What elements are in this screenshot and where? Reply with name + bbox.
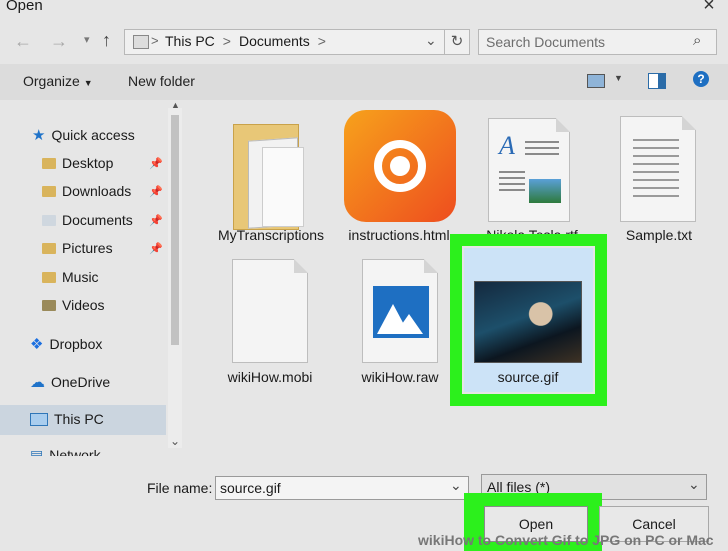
chevron-right-icon: > <box>222 33 231 49</box>
folder-icon <box>42 271 56 283</box>
file-item-instructions[interactable] <box>342 110 456 245</box>
search-input[interactable]: Search Documents ⌕ <box>478 29 717 55</box>
nav-label: Music <box>62 269 99 285</box>
organize-label: Organize <box>23 73 80 89</box>
view-options-icon[interactable] <box>587 74 605 88</box>
file-item-sample[interactable] <box>616 114 706 244</box>
nav-quick-access[interactable]: ★ Quick access <box>32 126 135 144</box>
image-document-icon <box>362 259 438 363</box>
nav-this-pc[interactable]: This PC <box>30 411 104 427</box>
file-name: wikiHow.mobi <box>227 369 313 385</box>
star-icon: ★ <box>32 127 46 144</box>
folder-icon <box>233 124 304 230</box>
file-name: source.gif <box>497 369 559 385</box>
uc-browser-icon <box>344 110 456 222</box>
breadcrumb-documents[interactable]: Documents <box>239 33 310 49</box>
file-name: MyTranscriptions <box>217 227 325 243</box>
chevron-right-icon: > <box>151 33 159 48</box>
forward-icon[interactable]: → <box>50 31 68 52</box>
folder-icon <box>42 299 56 311</box>
new-folder-button[interactable]: New folder <box>128 73 195 89</box>
pin-icon[interactable]: 📌 <box>149 242 163 255</box>
preview-pane-icon[interactable] <box>648 73 666 89</box>
gif-thumbnail <box>474 281 582 363</box>
cloud-icon: ☁ <box>30 374 45 391</box>
nav-downloads[interactable]: Downloads <box>42 183 131 199</box>
search-icon[interactable]: ⌕ <box>693 32 701 49</box>
pin-icon[interactable]: 📌 <box>149 185 163 198</box>
chevron-down-icon[interactable]: ▼ <box>614 73 623 83</box>
chevron-down-icon: ▼ <box>83 78 93 88</box>
address-bar[interactable]: > This PC > Documents > ⌄ <box>124 29 445 55</box>
nav-label: Desktop <box>62 155 114 171</box>
nav-label: This PC <box>54 411 104 427</box>
file-name: instructions.html <box>348 227 450 243</box>
pc-icon <box>133 35 149 49</box>
file-name-label: File name: <box>147 480 213 496</box>
nav-music[interactable]: Music <box>42 269 99 285</box>
blank-document-icon <box>232 259 308 363</box>
scroll-up-icon[interactable]: ▲ <box>171 100 180 110</box>
nav-label: Videos <box>62 297 105 313</box>
nav-dropbox[interactable]: ❖ Dropbox <box>30 335 102 353</box>
organize-button[interactable]: Organize ▼ <box>23 73 93 89</box>
nav-documents[interactable]: Documents <box>42 212 133 228</box>
nav-network[interactable]: ▤ Network <box>30 447 101 456</box>
folder-icon <box>42 242 56 254</box>
nav-label: Pictures <box>62 240 113 256</box>
window-title: Open <box>6 0 43 14</box>
pin-icon[interactable]: 📌 <box>149 157 163 170</box>
nav-label: Quick access <box>51 127 135 143</box>
close-icon[interactable]: × <box>694 0 724 18</box>
nav-onedrive[interactable]: ☁ OneDrive <box>30 373 110 391</box>
recent-locations-icon[interactable]: ▾ <box>84 33 90 46</box>
nav-label: Documents <box>62 212 133 228</box>
nav-scrollbar-thumb[interactable] <box>171 115 179 345</box>
file-name: Sample.txt <box>625 227 693 243</box>
nav-desktop[interactable]: Desktop <box>42 155 113 171</box>
watermark: wikiHow to Convert Gif to JPG on PC or M… <box>418 532 714 548</box>
nav-pictures[interactable]: Pictures <box>42 240 113 256</box>
chevron-down-icon: ⌄ <box>688 476 700 492</box>
pc-icon <box>30 412 48 426</box>
file-name: wikiHow.raw <box>361 369 439 385</box>
folder-icon <box>42 157 56 169</box>
refresh-icon[interactable]: ↻ <box>444 29 470 55</box>
nav-label: Network <box>49 447 101 456</box>
file-name-field[interactable]: source.gif ⌄ <box>215 476 469 500</box>
up-icon[interactable]: ↑ <box>102 30 111 51</box>
nav-videos[interactable]: Videos <box>42 297 105 313</box>
breadcrumb-this-pc[interactable]: This PC <box>165 33 215 49</box>
network-icon: ▤ <box>30 447 44 456</box>
chevron-right-icon: > <box>317 33 326 49</box>
chevron-down-icon[interactable]: ⌄ <box>425 32 437 49</box>
help-icon[interactable]: ? <box>693 71 709 87</box>
nav-label: Dropbox <box>49 336 103 352</box>
folder-icon <box>42 185 56 197</box>
chevron-down-icon[interactable]: ⌄ <box>450 477 462 494</box>
search-placeholder: Search Documents <box>486 34 606 50</box>
rtf-document-icon: A <box>488 118 570 222</box>
text-document-icon <box>620 116 696 222</box>
file-item-nikola-tesla[interactable]: A <box>482 114 582 244</box>
title-bar <box>0 0 728 20</box>
back-icon[interactable]: ← <box>14 31 32 52</box>
scroll-down-icon[interactable]: ⌄ <box>170 434 180 448</box>
dropbox-icon: ❖ <box>30 336 44 353</box>
nav-label: Downloads <box>62 183 132 199</box>
file-name-value: source.gif <box>220 480 281 496</box>
pin-icon[interactable]: 📌 <box>149 214 163 227</box>
folder-icon <box>42 214 56 226</box>
nav-label: OneDrive <box>51 374 111 390</box>
